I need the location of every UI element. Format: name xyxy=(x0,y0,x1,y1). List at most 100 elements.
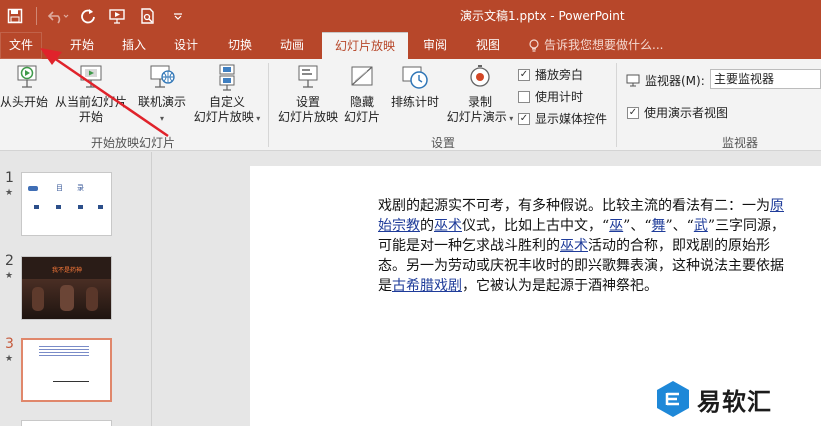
hyperlink[interactable]: 巫术 xyxy=(434,218,462,234)
checkbox-box: ✓ xyxy=(518,112,530,125)
thumbnail-decor xyxy=(98,205,103,209)
from-beginning-icon xyxy=(0,63,48,93)
chevron-down-icon: ▾ xyxy=(159,114,164,123)
present-online-button[interactable]: 联机演示 ▾ xyxy=(134,63,190,126)
play-narration-label: 播放旁白 xyxy=(535,68,584,82)
setup-slideshow-icon xyxy=(276,63,340,93)
tab-transitions[interactable]: 切换 xyxy=(216,32,264,59)
thumbnail-title: 目 录 xyxy=(56,184,84,192)
custom-slideshow-button[interactable]: 自定义 幻灯片放映 ▾ xyxy=(190,63,264,126)
setup-slideshow-label-2: 幻灯片放映 xyxy=(277,110,338,124)
hide-slide-button[interactable]: 隐藏 幻灯片 xyxy=(340,63,384,125)
tab-file[interactable]: 文件 xyxy=(0,32,42,59)
checkbox-box: ✓ xyxy=(627,106,639,119)
present-online-icon xyxy=(134,63,190,93)
group-separator xyxy=(616,63,617,147)
thumbnail-decor xyxy=(28,186,38,191)
presenter-view-checkbox[interactable]: ✓ 使用演示者视图 xyxy=(627,104,728,121)
slide-thumbnail-2[interactable]: 我不是药神 xyxy=(21,256,112,320)
slide-thumbnail-1[interactable]: 目 录 xyxy=(21,172,112,236)
slide-number: 2 xyxy=(5,253,14,269)
rehearse-timings-icon xyxy=(388,63,442,93)
setup-slideshow-label-1: 设置 xyxy=(295,95,320,109)
hyperlink[interactable]: 巫术 xyxy=(560,238,588,254)
hide-slide-label-1: 隐藏 xyxy=(349,95,374,109)
group-label-monitors: 监视器 xyxy=(721,136,758,150)
show-media-controls-checkbox[interactable]: ✓ 显示媒体控件 xyxy=(518,110,607,127)
tab-home[interactable]: 开始 xyxy=(58,32,106,59)
rehearse-timings-label: 排练计时 xyxy=(390,95,439,109)
print-preview-icon xyxy=(141,8,154,24)
monitor-icon xyxy=(626,74,640,87)
from-beginning-button[interactable]: 从头开始 xyxy=(0,63,48,110)
undo-button[interactable] xyxy=(43,0,73,32)
chevron-down-icon: ▾ xyxy=(506,114,514,123)
monitor-select[interactable]: 主要监视器 xyxy=(710,69,821,89)
tab-review[interactable]: 审阅 xyxy=(412,32,458,59)
customize-qat-button[interactable] xyxy=(163,0,193,32)
tab-design[interactable]: 设计 xyxy=(162,32,210,59)
setup-slideshow-button[interactable]: 设置 幻灯片放映 xyxy=(276,63,340,125)
tab-animations[interactable]: 动画 xyxy=(268,32,316,59)
show-media-label: 显示媒体控件 xyxy=(535,112,608,126)
use-timings-label: 使用计时 xyxy=(535,90,584,104)
group-separator xyxy=(268,63,269,147)
present-online-label: 联机演示 xyxy=(137,95,186,109)
body-text-run: ，它被认为是起源于酒神祭祀。 xyxy=(462,278,658,294)
presenter-view-label: 使用演示者视图 xyxy=(644,106,729,120)
monitor-label: 监视器(M): xyxy=(645,74,705,88)
thumbnail-decor xyxy=(86,287,98,311)
thumbnail-decor xyxy=(34,205,39,209)
animation-star-icon: ★ xyxy=(5,188,14,198)
tell-me-text: 告诉我您想要做什么... xyxy=(544,38,664,52)
quick-access-toolbar xyxy=(0,0,193,32)
save-button[interactable] xyxy=(0,0,30,32)
use-timings-checkbox[interactable]: 使用计时 xyxy=(518,88,583,105)
from-current-slide-icon xyxy=(52,63,130,93)
group-label-setup: 设置 xyxy=(430,136,455,150)
tab-slideshow[interactable]: 幻灯片放映 xyxy=(322,32,408,59)
lightbulb-icon xyxy=(529,38,539,52)
thumbnail-decor xyxy=(56,205,61,209)
custom-slideshow-icon xyxy=(190,63,264,93)
chevron-down-icon: ▾ xyxy=(253,114,261,123)
record-slideshow-button[interactable]: 录制 幻灯片演示 ▾ xyxy=(442,63,518,126)
print-preview-button[interactable] xyxy=(133,0,163,32)
record-label-2: 幻灯片演示 ▾ xyxy=(446,110,514,124)
tab-insert[interactable]: 插入 xyxy=(110,32,158,59)
chevron-down-icon xyxy=(174,13,182,20)
from-current-slide-button[interactable]: 从当前幻灯片 开始 xyxy=(52,63,130,125)
thumbnail-title: 我不是药神 xyxy=(52,267,83,274)
tab-view[interactable]: 视图 xyxy=(464,32,512,59)
slide-thumbnail-4-partial[interactable] xyxy=(21,420,112,426)
play-narration-checkbox[interactable]: ✓ 播放旁白 xyxy=(518,66,583,83)
record-label-1: 录制 xyxy=(467,95,492,109)
hyperlink[interactable]: 古希腊戏剧 xyxy=(392,278,462,294)
save-icon xyxy=(7,8,23,24)
hyperlink[interactable]: 舞 xyxy=(652,218,666,234)
from-current-label-1: 从当前幻灯片 xyxy=(54,95,127,109)
slide-thumbnail-3[interactable] xyxy=(21,338,112,402)
custom-slideshow-label-2: 幻灯片放映 ▾ xyxy=(193,110,261,124)
redo-button[interactable] xyxy=(73,0,103,32)
slide-body-text[interactable]: 戏剧的起源实不可考，有多种假说。比较主流的看法有二：一为原始宗教的巫术仪式，比如… xyxy=(378,196,788,296)
qat-separator xyxy=(36,7,37,25)
start-slideshow-button[interactable] xyxy=(103,0,133,32)
body-text-run: 戏剧的起源实不可考，有多种假说。比较主流的看法有二：一为 xyxy=(378,198,770,214)
checkbox-box: ✓ xyxy=(518,68,530,81)
body-text-run: ”、“ xyxy=(623,218,652,234)
record-slideshow-icon xyxy=(442,63,518,93)
body-text-run: 仪式，比如上古中文，“ xyxy=(462,218,610,234)
slide-thumbnail-pane: 1 ★ 目 录 2 ★ 我不是药神 3 ★ xyxy=(0,152,152,426)
hide-slide-icon xyxy=(340,63,384,93)
slide-number: 1 xyxy=(5,170,14,186)
hyperlink[interactable]: 巫 xyxy=(609,218,623,234)
hyperlink[interactable]: 武 xyxy=(694,218,708,234)
rehearse-timings-button[interactable]: 排练计时 xyxy=(388,63,442,110)
hide-slide-label-2: 幻灯片 xyxy=(343,110,380,124)
watermark: 易软汇 xyxy=(655,379,772,419)
tell-me-box[interactable]: 告诉我您想要做什么... xyxy=(528,32,663,59)
undo-icon xyxy=(47,11,69,24)
thumbnail-decor xyxy=(32,287,44,311)
checkbox-box xyxy=(518,90,530,103)
